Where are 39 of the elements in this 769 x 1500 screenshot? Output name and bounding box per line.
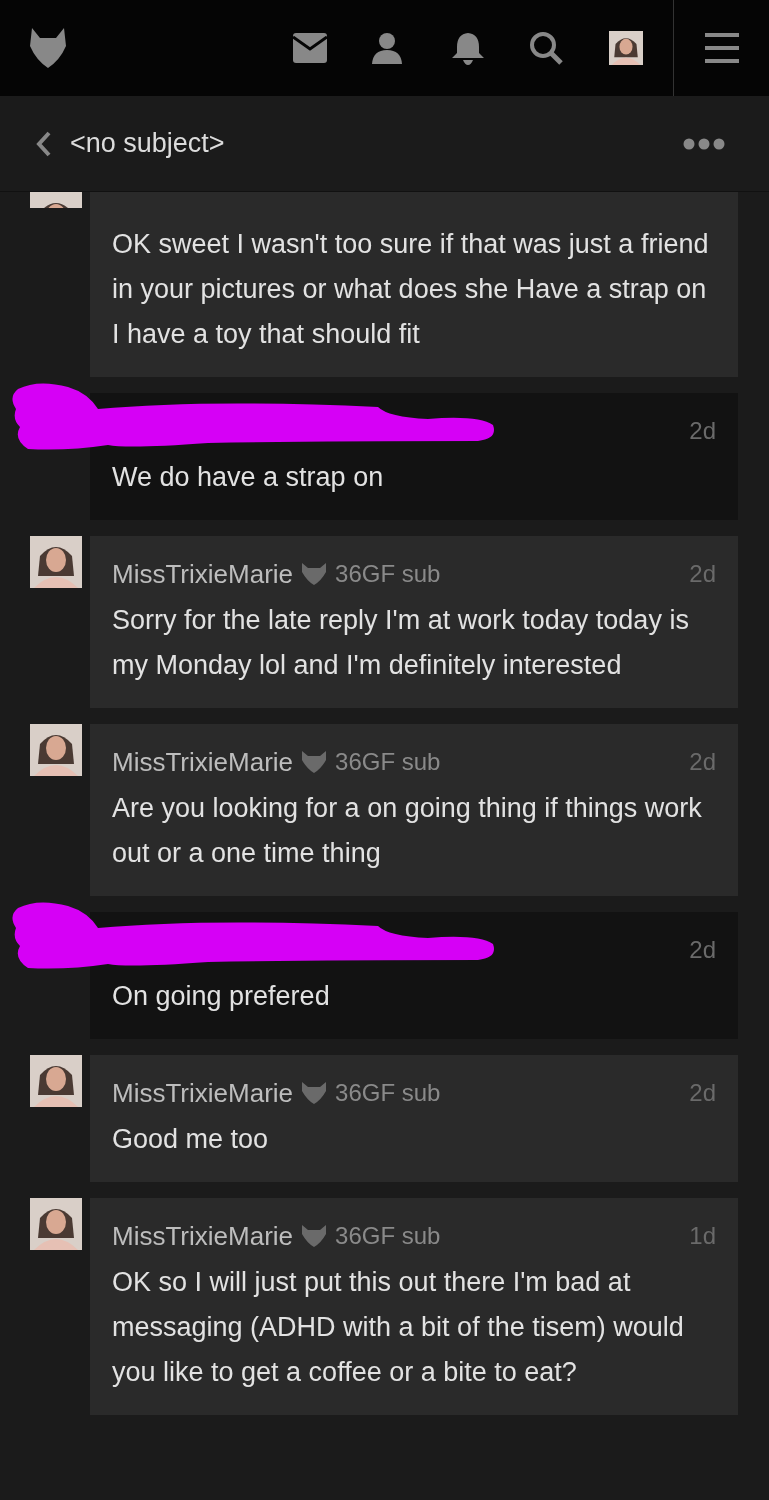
- message-text: OK so I will just put this out there I'm bad at messaging (ADHD with a bit of the tisem) would you like to get a coffee or a bite to eat?: [112, 1266, 685, 1389]
- message-time: 2d: [689, 416, 716, 446]
- sender-info: 36GF sub: [335, 559, 441, 589]
- avatar: [30, 1198, 82, 1250]
- message-text: Are you looking for a on going thing if things work out or a one time thing: [112, 792, 703, 870]
- sender-name[interactable]: MissTrixieMarie: [112, 554, 294, 594]
- sender-name[interactable]: MissTrixieMarie: [112, 1216, 294, 1256]
- menu-icon[interactable]: [704, 33, 739, 63]
- fox-badge-icon: [301, 1225, 328, 1247]
- sender-info: 36GF sub: [335, 747, 441, 777]
- message-time: 2d: [689, 1078, 716, 1108]
- back-icon[interactable]: [36, 130, 52, 157]
- conversation-title: <no subject>: [70, 127, 225, 161]
- fox-badge-icon: [301, 563, 328, 585]
- message-text: OK sweet I wasn't too sure if that was just a friend in your pictures or what does she Have a strap on I have a toy that should fit: [112, 228, 710, 351]
- message-time: 2d: [689, 935, 716, 965]
- message-text: Sorry for the late reply I'm at work today today is my Monday lol and I'm definitely interested: [112, 604, 690, 682]
- search-icon[interactable]: [529, 31, 563, 65]
- message-time: 2d: [689, 559, 716, 589]
- avatar: [30, 724, 82, 776]
- sender-name[interactable]: MissTrixieMarie: [112, 1073, 294, 1113]
- message-text: We do have a strap on: [112, 461, 385, 494]
- mail-icon[interactable]: [293, 33, 327, 63]
- message-text: Good me too: [112, 1123, 270, 1156]
- fox-badge-icon: [301, 751, 328, 773]
- user-icon[interactable]: [371, 32, 403, 64]
- avatar: [30, 1055, 82, 1107]
- avatar: [30, 536, 82, 588]
- avatar: [609, 31, 643, 65]
- more-options-icon[interactable]: [683, 137, 725, 150]
- sender-info: 36GF sub: [335, 1221, 441, 1251]
- sender-name[interactable]: MissTrixieMarie: [112, 742, 294, 782]
- fox-logo-icon[interactable]: [30, 28, 66, 68]
- fox-badge-icon: [301, 1082, 328, 1104]
- message-time: 2d: [689, 747, 716, 777]
- message-time: 1d: [689, 1221, 716, 1251]
- message-text: On going prefered: [112, 980, 331, 1013]
- bell-icon[interactable]: [451, 31, 485, 65]
- sender-info: 36GF sub: [335, 1078, 441, 1108]
